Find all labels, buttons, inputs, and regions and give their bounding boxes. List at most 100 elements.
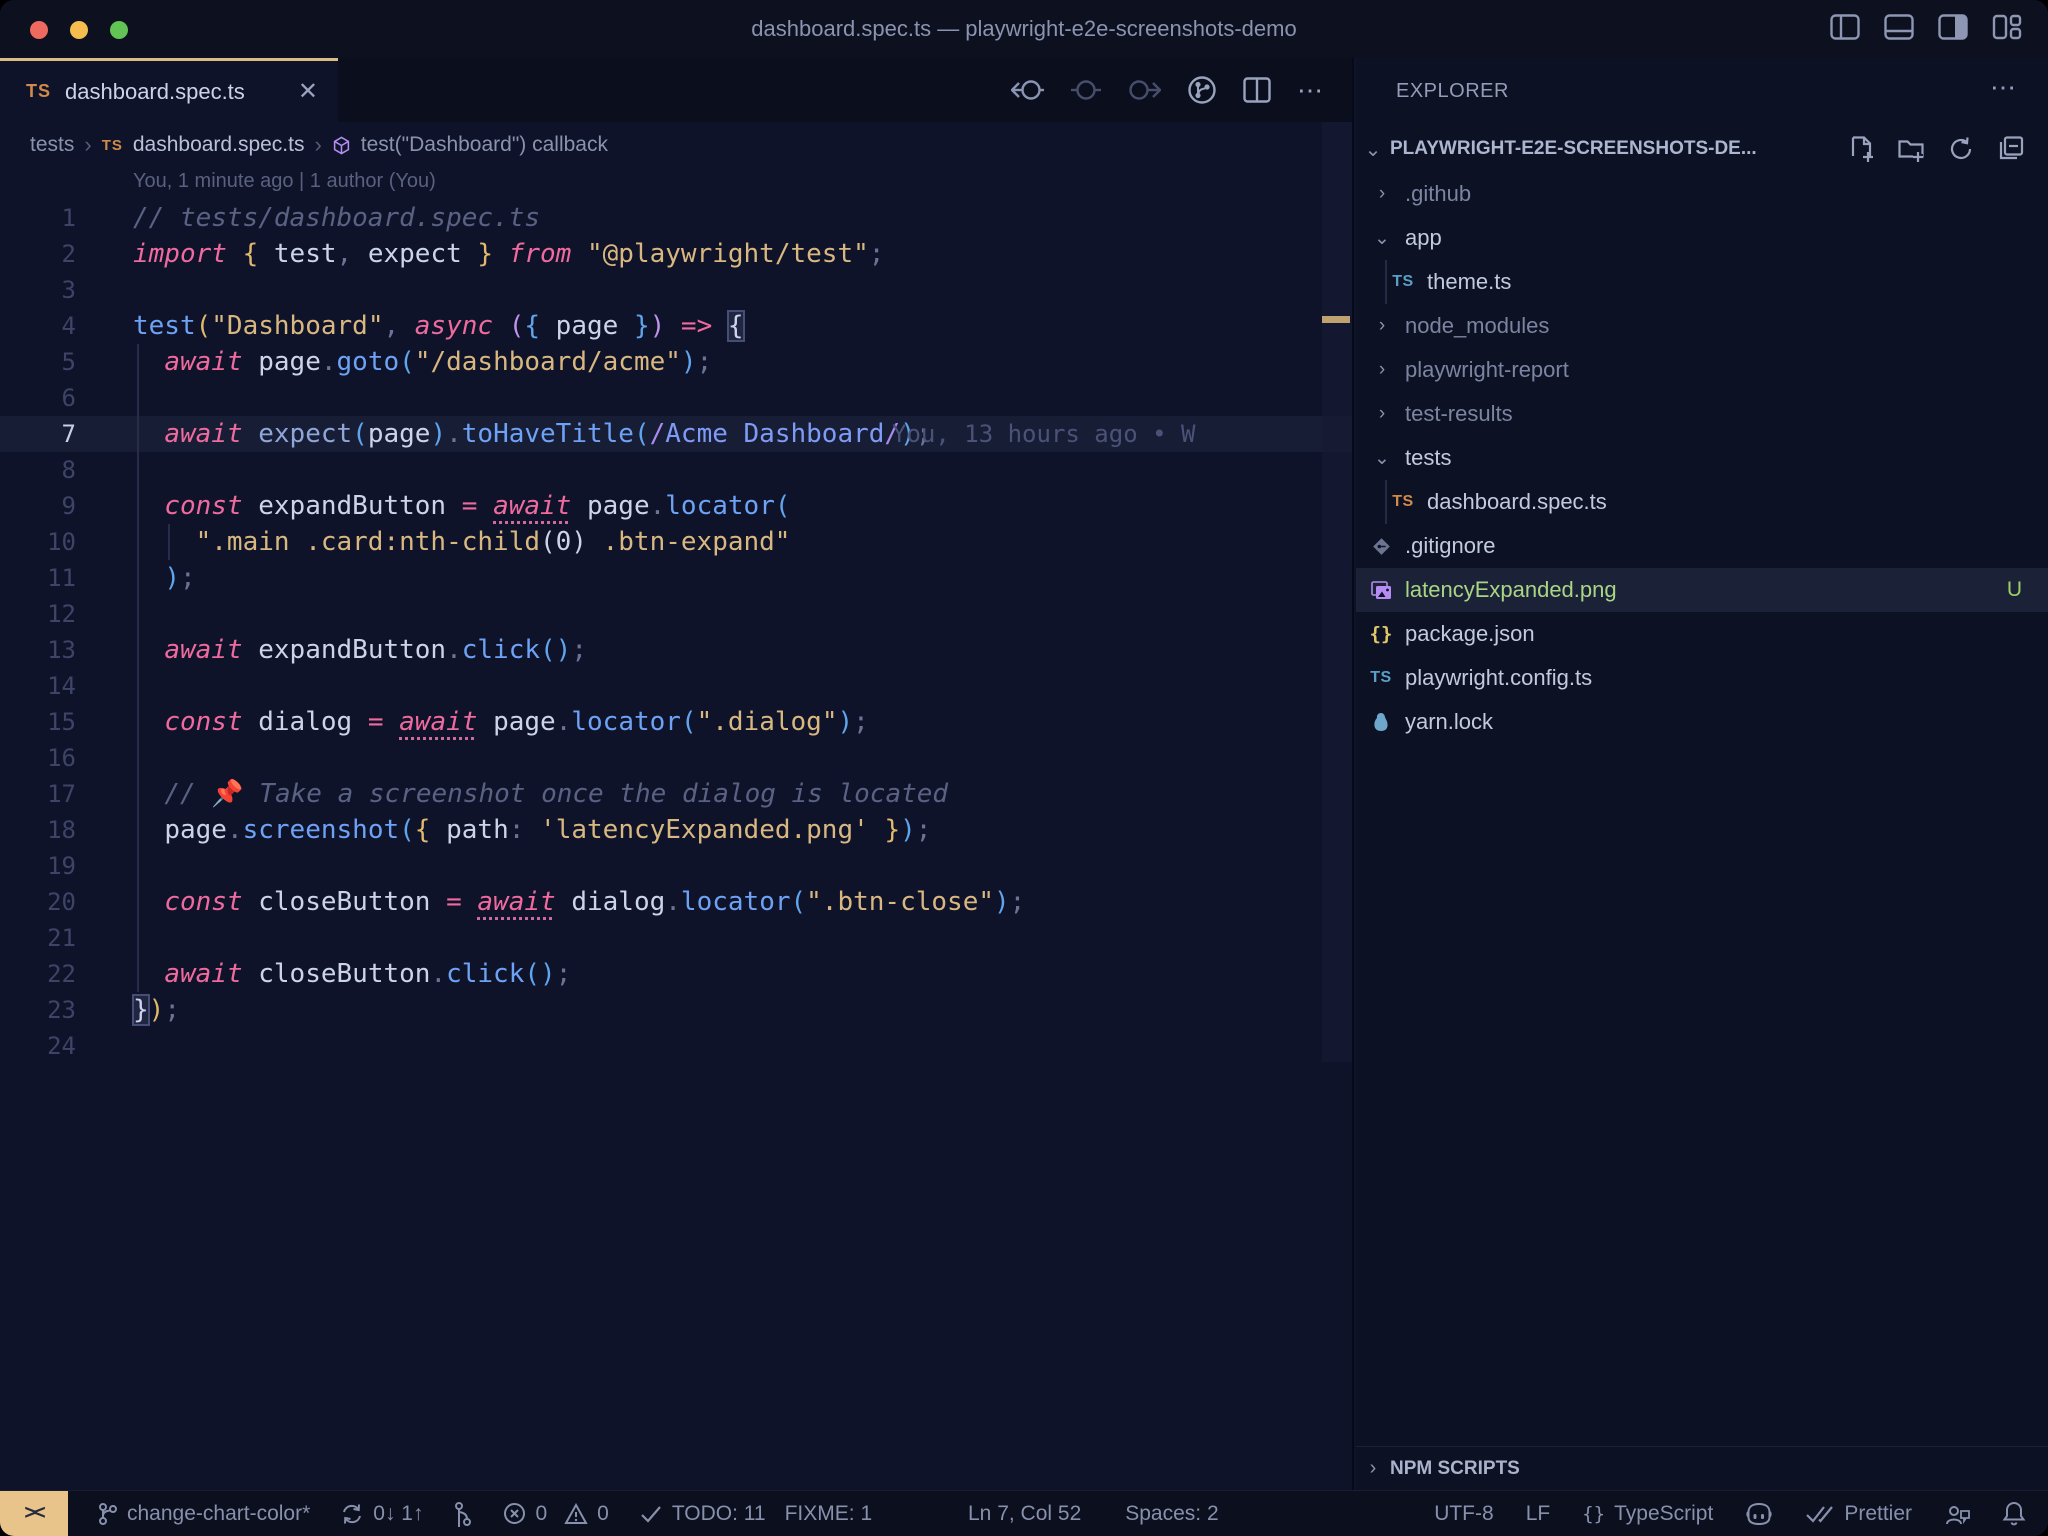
- toggle-primary-sidebar-icon[interactable]: [1830, 14, 1860, 40]
- code-line-22[interactable]: 22 await closeButton.click();: [0, 956, 1352, 992]
- tab-bar: TS dashboard.spec.ts ✕ ⋯: [0, 58, 1352, 122]
- copilot-icon[interactable]: [1745, 1502, 1773, 1526]
- window-title: dashboard.spec.ts — playwright-e2e-scree…: [0, 16, 2048, 42]
- typescript-file-icon: TS: [1392, 273, 1413, 291]
- file-name: latencyExpanded.png: [1405, 577, 1617, 603]
- explorer-item-yarn.lock[interactable]: yarn.lock: [1356, 700, 2048, 744]
- code-line-13[interactable]: 13 await expandButton.click();: [0, 632, 1352, 668]
- language-mode[interactable]: {} TypeScript: [1582, 1502, 1713, 1526]
- code-line-7[interactable]: 7 await expect(page).toHaveTitle(/Acme D…: [0, 416, 1352, 452]
- npm-scripts-section[interactable]: › NPM SCRIPTS: [1356, 1446, 2048, 1490]
- explorer-item-app[interactable]: ⌄app: [1356, 216, 2048, 260]
- code-line-24[interactable]: 24: [0, 1028, 1352, 1064]
- formatter-label: Prettier: [1844, 1502, 1912, 1526]
- line-number: 11: [0, 560, 76, 596]
- tab-close-icon[interactable]: ✕: [298, 77, 318, 106]
- formatter-status[interactable]: Prettier: [1805, 1502, 1912, 1526]
- explorer-item-tests[interactable]: ⌄tests: [1356, 436, 2048, 480]
- code-line-2[interactable]: 2import { test, expect } from "@playwrig…: [0, 236, 1352, 272]
- prev-change-icon[interactable]: [1071, 77, 1101, 103]
- breadcrumb-folder[interactable]: tests: [30, 133, 74, 157]
- file-name: yarn.lock: [1405, 709, 1493, 735]
- timeline-icon[interactable]: [1187, 75, 1217, 105]
- line-number: 24: [0, 1028, 76, 1064]
- code-line-17[interactable]: 17 // 📌 Take a screenshot once the dialo…: [0, 776, 1352, 812]
- problems-status[interactable]: 0 0: [503, 1502, 608, 1526]
- gitlens-file-blame[interactable]: You, 1 minute ago | 1 author (You): [133, 170, 436, 200]
- go-back-icon[interactable]: [1011, 77, 1045, 103]
- file-name: package.json: [1405, 621, 1535, 647]
- editor-scrollbar[interactable]: [1322, 122, 1352, 1062]
- code-line-15[interactable]: 15 const dialog = await page.locator(".d…: [0, 704, 1352, 740]
- next-change-icon[interactable]: [1127, 77, 1161, 103]
- code-line-18[interactable]: 18 page.screenshot({ path: 'latencyExpan…: [0, 812, 1352, 848]
- feedback-icon[interactable]: [1944, 1502, 1970, 1526]
- json-file-icon: {}: [1370, 623, 1393, 645]
- explorer-item-latencyExpanded.png[interactable]: latencyExpanded.pngU: [1356, 568, 2048, 612]
- explorer-item-playwright-report[interactable]: ›playwright-report: [1356, 348, 2048, 392]
- git-branch-status[interactable]: change-chart-color*: [98, 1502, 310, 1526]
- explorer-item-test-results[interactable]: ›test-results: [1356, 392, 2048, 436]
- code-line-21[interactable]: 21: [0, 920, 1352, 956]
- code-line-16[interactable]: 16: [0, 740, 1352, 776]
- cursor-position[interactable]: Ln 7, Col 52: [968, 1502, 1081, 1526]
- line-content: // tests/dashboard.spec.ts: [133, 200, 540, 236]
- fixme-count: FIXME: 1: [785, 1502, 873, 1526]
- code-line-11[interactable]: 11 );: [0, 560, 1352, 596]
- code-line-3[interactable]: 3: [0, 272, 1352, 308]
- code-line-19[interactable]: 19: [0, 848, 1352, 884]
- breadcrumb-separator-icon: ›: [84, 132, 91, 158]
- code-area[interactable]: 1// tests/dashboard.spec.ts2import { tes…: [0, 200, 1352, 1080]
- todo-status[interactable]: TODO: 11 FIXME: 1: [639, 1502, 872, 1526]
- code-line-1[interactable]: 1// tests/dashboard.spec.ts: [0, 200, 1352, 236]
- encoding-setting[interactable]: UTF-8: [1434, 1502, 1494, 1526]
- explorer-title: EXPLORER: [1396, 80, 1509, 103]
- explorer-section-header[interactable]: ⌄ PLAYWRIGHT-E2E-SCREENSHOTS-DE...: [1356, 126, 2048, 172]
- toggle-secondary-sidebar-icon[interactable]: [1938, 14, 1968, 40]
- code-line-8[interactable]: 8: [0, 452, 1352, 488]
- explorer-more-actions-icon[interactable]: ⋯: [1990, 72, 2018, 103]
- line-content: await page.goto("/dashboard/acme");: [133, 344, 712, 380]
- refresh-icon[interactable]: [1948, 136, 1974, 162]
- explorer-item-node_modules[interactable]: ›node_modules: [1356, 304, 2048, 348]
- code-line-9[interactable]: 9 const expandButton = await page.locato…: [0, 488, 1352, 524]
- line-content: const expandButton = await page.locator(: [133, 488, 791, 524]
- explorer-item-.github[interactable]: ›.github: [1356, 172, 2048, 216]
- code-line-6[interactable]: 6: [0, 380, 1352, 416]
- notifications-bell-icon[interactable]: [2002, 1501, 2026, 1527]
- breadcrumb: tests › TS dashboard.spec.ts › test("Das…: [30, 122, 608, 168]
- explorer-item-.gitignore[interactable]: .gitignore: [1356, 524, 2048, 568]
- explorer-item-theme.ts[interactable]: TStheme.ts: [1356, 260, 2048, 304]
- split-editor-icon[interactable]: [1243, 77, 1271, 103]
- tab-dashboard-spec[interactable]: TS dashboard.spec.ts ✕: [0, 58, 338, 122]
- braces-icon: {}: [1582, 1503, 1605, 1525]
- explorer-item-package.json[interactable]: {} package.json: [1356, 612, 2048, 656]
- indentation-setting[interactable]: Spaces: 2: [1125, 1502, 1218, 1526]
- code-line-20[interactable]: 20 const closeButton = await dialog.loca…: [0, 884, 1352, 920]
- commit-graph-icon[interactable]: [453, 1501, 473, 1527]
- explorer-item-playwright.config.ts[interactable]: TSplaywright.config.ts: [1356, 656, 2048, 700]
- line-content: const dialog = await page.locator(".dial…: [133, 704, 869, 740]
- breadcrumb-symbol[interactable]: test("Dashboard") callback: [361, 133, 608, 157]
- file-name: app: [1405, 225, 1442, 251]
- git-sync-status[interactable]: 0↓ 1↑: [340, 1502, 423, 1526]
- status-bar: >< change-chart-color* 0↓ 1↑ 0 0 TODO: 1…: [0, 1490, 2048, 1536]
- eol-setting[interactable]: LF: [1526, 1502, 1551, 1526]
- code-line-14[interactable]: 14: [0, 668, 1352, 704]
- code-line-10[interactable]: 10 ".main .card:nth-child(0) .btn-expand…: [0, 524, 1352, 560]
- code-line-12[interactable]: 12: [0, 596, 1352, 632]
- collapse-all-icon[interactable]: [1998, 136, 2024, 162]
- more-actions-icon[interactable]: ⋯: [1297, 75, 1326, 106]
- new-file-icon[interactable]: [1850, 136, 1874, 162]
- error-count: 0: [535, 1502, 547, 1526]
- code-line-5[interactable]: 5 await page.goto("/dashboard/acme");: [0, 344, 1352, 380]
- explorer-item-dashboard.spec.ts[interactable]: TSdashboard.spec.ts: [1356, 480, 2048, 524]
- customize-layout-icon[interactable]: [1992, 14, 2022, 40]
- code-line-23[interactable]: 23});: [0, 992, 1352, 1028]
- code-line-4[interactable]: 4test("Dashboard", async ({ page }) => {: [0, 308, 1352, 344]
- breadcrumb-file[interactable]: dashboard.spec.ts: [133, 133, 305, 157]
- remote-indicator[interactable]: ><: [0, 1491, 68, 1536]
- toggle-panel-icon[interactable]: [1884, 14, 1914, 40]
- new-folder-icon[interactable]: [1898, 136, 1924, 162]
- file-name: playwright-report: [1405, 357, 1569, 383]
